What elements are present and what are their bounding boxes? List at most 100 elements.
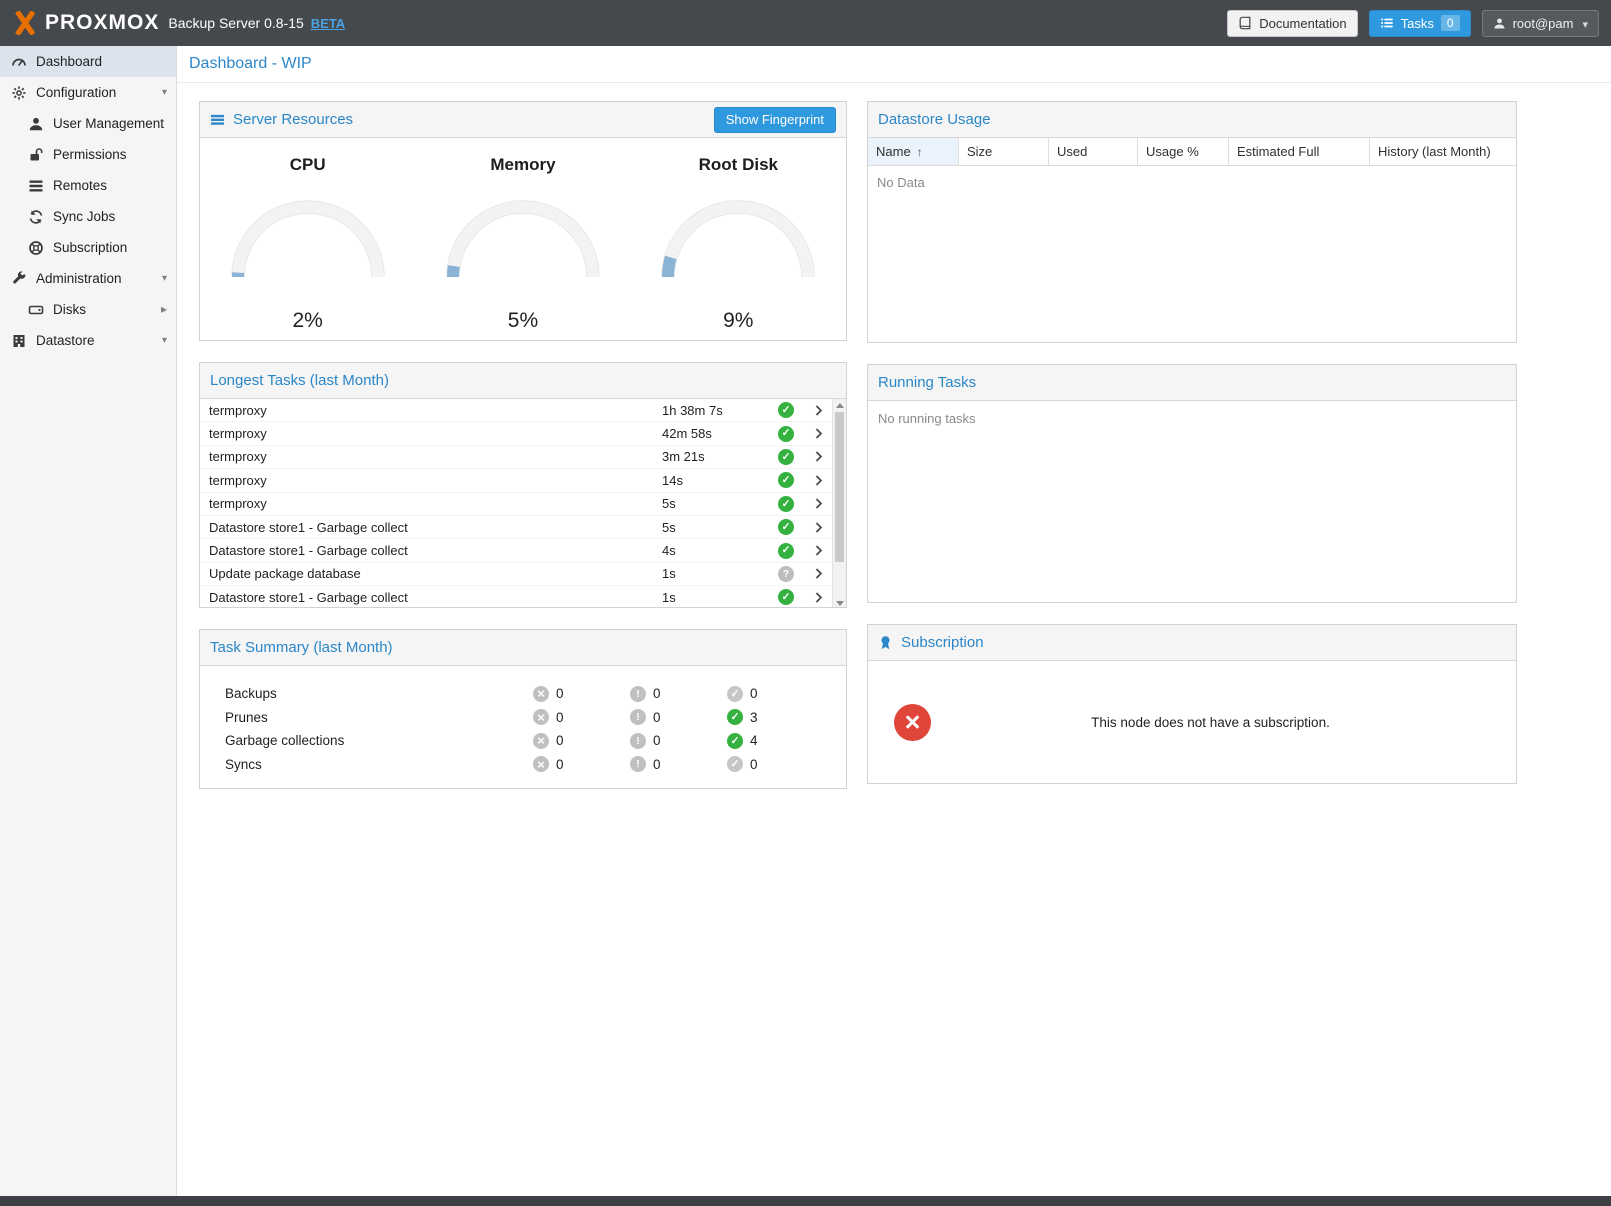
task-name: termproxy: [209, 403, 662, 418]
sidebar-item-label: User Management: [53, 116, 164, 131]
tachometer-icon: [11, 54, 27, 70]
column-header-name[interactable]: Name: [868, 138, 959, 165]
error-count-icon: [533, 686, 549, 702]
app-root: PROXMOX Backup Server 0.8-15 BETA Docume…: [0, 0, 1611, 1206]
open-task-button[interactable]: [804, 544, 832, 557]
scroll-down-button[interactable]: [833, 597, 846, 608]
column-header-estimated-full[interactable]: Estimated Full: [1229, 138, 1370, 165]
warning-count-icon: [630, 709, 646, 725]
task-row[interactable]: termproxy 1h 38m 7s: [200, 399, 832, 422]
task-name: Datastore store1 - Garbage collect: [209, 590, 662, 605]
summary-label: Syncs: [200, 757, 533, 772]
summary-row: Prunes 0 0 3: [200, 706, 846, 730]
task-row[interactable]: Datastore store1 - Garbage collect 5s: [200, 516, 832, 539]
scrollbar[interactable]: [832, 399, 846, 608]
sidebar-item-disks[interactable]: Disks: [0, 294, 176, 325]
column-header-used[interactable]: Used: [1049, 138, 1138, 165]
task-row[interactable]: Datastore store1 - Garbage collect 4s: [200, 539, 832, 562]
open-task-button[interactable]: [804, 450, 832, 463]
task-row[interactable]: termproxy 14s: [200, 469, 832, 492]
open-task-button[interactable]: [804, 567, 832, 580]
sidebar-item-administration[interactable]: Administration: [0, 263, 176, 294]
task-row[interactable]: Datastore store1 - Garbage collect 1s: [200, 586, 832, 608]
support-icon: [28, 240, 44, 256]
error-count: 0: [556, 710, 564, 725]
cpu-gauge: CPU 2%: [205, 155, 410, 341]
scrollbar-thumb[interactable]: [835, 412, 844, 562]
sidebar-item-configuration[interactable]: Configuration: [0, 77, 176, 108]
warning-count-icon: [630, 733, 646, 749]
beta-link[interactable]: BETA: [311, 16, 345, 31]
sidebar-item-label: Administration: [36, 271, 122, 286]
open-task-button[interactable]: [804, 521, 832, 534]
chevron-down-icon[interactable]: [162, 274, 167, 284]
running-tasks-empty: No running tasks: [868, 401, 1516, 436]
open-task-button[interactable]: [804, 427, 832, 440]
chevron-down-icon[interactable]: [162, 336, 167, 346]
page-header: Dashboard - WIP: [177, 46, 1611, 83]
task-duration: 1h 38m 7s: [662, 403, 768, 418]
open-task-button[interactable]: [804, 591, 832, 604]
ok-count: 4: [750, 733, 758, 748]
open-task-button[interactable]: [804, 404, 832, 417]
task-name: Update package database: [209, 566, 662, 581]
task-row[interactable]: termproxy 3m 21s: [200, 446, 832, 469]
product-version: Backup Server 0.8-15: [168, 15, 303, 31]
task-status-icon: [778, 426, 794, 442]
task-summary-title: Task Summary (last Month): [210, 639, 393, 656]
warning-count-icon: [630, 686, 646, 702]
datastore-icon: [11, 333, 27, 349]
column-header-size[interactable]: Size: [959, 138, 1049, 165]
chevron-right-icon[interactable]: [161, 303, 167, 316]
sidebar-item-permissions[interactable]: Permissions: [0, 139, 176, 170]
documentation-button[interactable]: Documentation: [1227, 10, 1357, 37]
column-header-usage-pct[interactable]: Usage %: [1138, 138, 1229, 165]
sort-asc-icon: [911, 144, 923, 159]
task-duration: 4s: [662, 543, 768, 558]
running-tasks-title: Running Tasks: [878, 374, 976, 391]
proxmox-x-icon: [12, 11, 38, 35]
task-status-icon: [778, 472, 794, 488]
sidebar-item-label: Permissions: [53, 147, 127, 162]
tasks-button[interactable]: Tasks 0: [1369, 10, 1471, 37]
warning-count: 0: [653, 686, 661, 701]
sidebar-item-remotes[interactable]: Remotes: [0, 170, 176, 201]
task-duration: 14s: [662, 473, 768, 488]
open-task-button[interactable]: [804, 497, 832, 510]
bars-icon: [210, 112, 225, 127]
task-row[interactable]: termproxy 42m 58s: [200, 422, 832, 445]
chevron-down-icon: [1580, 16, 1588, 31]
column-header-history[interactable]: History (last Month): [1370, 138, 1516, 165]
topbar-actions: Documentation Tasks 0 root@pam: [1227, 10, 1599, 37]
server-resources-title: Server Resources: [233, 111, 353, 128]
sidebar-item-user-management[interactable]: User Management: [0, 108, 176, 139]
user-menu-button[interactable]: root@pam: [1482, 10, 1599, 37]
user-icon: [1493, 17, 1506, 30]
open-task-button[interactable]: [804, 474, 832, 487]
warning-count-icon: [630, 756, 646, 772]
gauge-value: 9%: [636, 309, 841, 333]
task-duration: 1s: [662, 566, 768, 581]
user-icon: [28, 116, 44, 132]
task-summary-header: Task Summary (last Month): [200, 630, 846, 666]
task-row[interactable]: Update package database 1s: [200, 563, 832, 586]
remotes-icon: [28, 178, 44, 194]
sidebar-item-sync-jobs[interactable]: Sync Jobs: [0, 201, 176, 232]
ok-count-icon: [727, 709, 743, 725]
chevron-down-icon[interactable]: [162, 88, 167, 98]
sidebar-item-dashboard[interactable]: Dashboard: [0, 46, 176, 77]
longest-tasks-title: Longest Tasks (last Month): [210, 372, 389, 389]
server-resources-header: Server Resources Show Fingerprint: [200, 102, 846, 138]
sidebar-item-subscription[interactable]: Subscription: [0, 232, 176, 263]
task-name: termproxy: [209, 496, 662, 511]
sidebar-item-datastore[interactable]: Datastore: [0, 325, 176, 356]
root-disk-gauge: Root Disk 9%: [636, 155, 841, 341]
task-status-icon: [778, 449, 794, 465]
scroll-up-button[interactable]: [833, 399, 846, 411]
show-fingerprint-button[interactable]: Show Fingerprint: [714, 107, 836, 133]
datastore-usage-columns: Name Size Used Usage % Estimated Full Hi…: [868, 138, 1516, 166]
subscription-body: × This node does not have a subscription…: [868, 661, 1516, 783]
task-row[interactable]: termproxy 5s: [200, 493, 832, 516]
subscription-title: Subscription: [901, 634, 984, 651]
gear-icon: [11, 85, 27, 101]
